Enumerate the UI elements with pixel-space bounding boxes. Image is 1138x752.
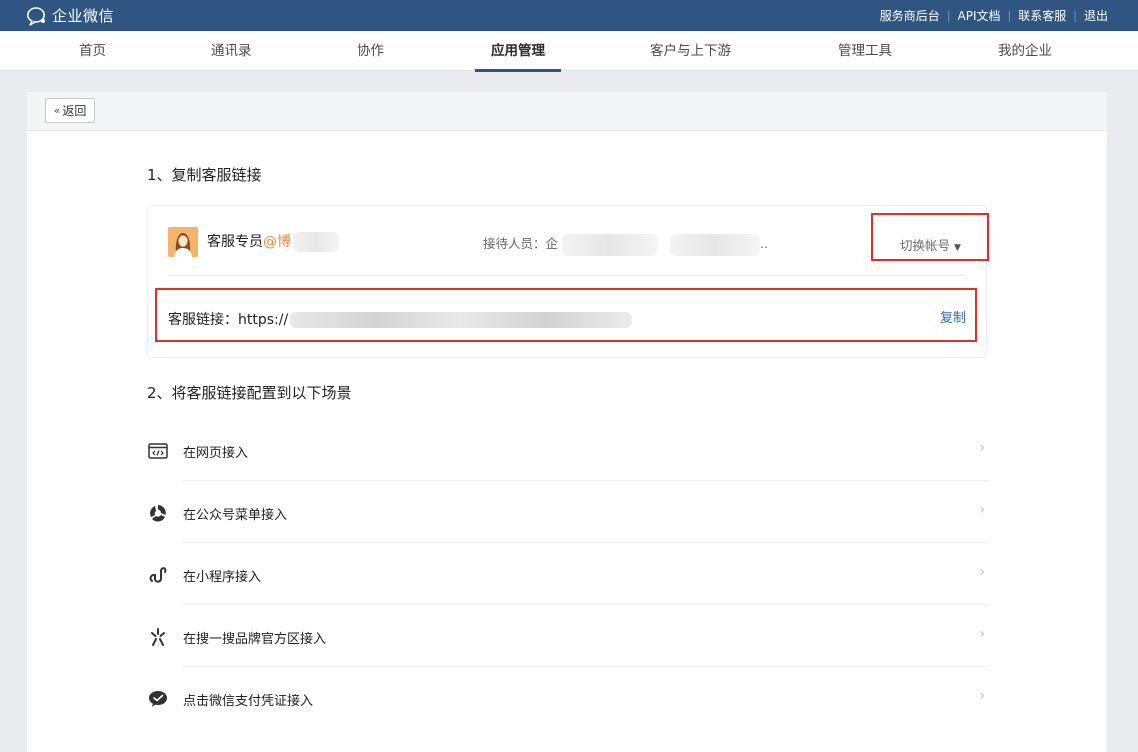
step2-title: 2、将客服链接配置到以下场景: [147, 384, 352, 402]
back-label: 返回: [62, 104, 87, 118]
highlight-switch-account: [871, 213, 989, 261]
female-avatar-icon: [168, 227, 198, 257]
content-panel: « 返回 1、复制客服链接 客服专员@博 接待人员：企.. 切换帐号 ▼ 客服链接…: [27, 92, 1107, 752]
account-handle: @博: [263, 234, 291, 250]
avatar: [168, 227, 198, 257]
account-name: 客服专员@博: [207, 231, 339, 252]
account-name-text: 客服专员: [207, 234, 263, 250]
logout-link[interactable]: 退出: [1084, 7, 1108, 24]
separator: |: [946, 9, 951, 22]
chevron-right-icon: ›: [979, 564, 985, 580]
chevron-right-icon: ›: [979, 440, 985, 456]
scene-label: 在小程序接入: [183, 570, 262, 585]
scene-list: 在网页接入 › 在公众号菜单接入 › 在小程序接入 › 在搜一搜品牌官方区接入: [147, 419, 989, 729]
scene-row-mini-program[interactable]: 在小程序接入 ›: [147, 543, 989, 605]
separator: |: [1073, 9, 1077, 22]
receiver-suffix: ..: [760, 236, 768, 251]
chevron-right-icon: ›: [979, 626, 985, 642]
receiver-info: 接待人员：企..: [483, 233, 768, 256]
redacted-block: [670, 233, 761, 256]
scene-label: 在公众号菜单接入: [183, 508, 288, 523]
chevron-right-icon: ›: [979, 688, 985, 704]
provider-console-link[interactable]: 服务商后台: [880, 7, 940, 24]
nav-collaboration[interactable]: 协作: [357, 31, 384, 71]
scene-label: 在搜一搜品牌官方区接入: [183, 632, 327, 647]
nav-home[interactable]: 首页: [79, 31, 106, 71]
search-sparkle-icon: [147, 627, 169, 647]
scene-row-search[interactable]: 在搜一搜品牌官方区接入 ›: [147, 605, 989, 667]
mini-program-icon: [147, 565, 169, 585]
back-button[interactable]: « 返回: [45, 98, 95, 123]
code-window-icon: [147, 441, 169, 461]
scene-row-official-account[interactable]: 在公众号菜单接入 ›: [147, 481, 989, 543]
brand-name: 企业微信: [52, 7, 115, 25]
scene-label: 点击微信支付凭证接入: [183, 694, 314, 709]
scene-label: 在网页接入: [183, 446, 249, 461]
api-docs-link[interactable]: API文档: [958, 7, 1001, 24]
nav-my-enterprise[interactable]: 我的企业: [998, 31, 1052, 71]
scene-row-web[interactable]: 在网页接入 ›: [147, 419, 989, 481]
nav-contacts[interactable]: 通讯录: [211, 31, 252, 71]
wechat-pay-icon: [147, 689, 169, 709]
double-chevron-left-icon: «: [53, 104, 61, 117]
active-tab-indicator: [475, 69, 561, 72]
main-nav: 首页 通讯录 协作 应用管理 客户与上下游 管理工具 我的企业: [0, 31, 1138, 72]
nav-customers[interactable]: 客户与上下游: [650, 31, 731, 71]
official-account-icon: [147, 503, 169, 523]
top-links: 服务商后台 | API文档 | 联系客服 | 退出: [880, 7, 1108, 24]
redacted-block: [293, 232, 339, 252]
chevron-right-icon: ›: [979, 502, 985, 518]
receiver-label: 接待人员：: [483, 236, 546, 251]
nav-admin-tools[interactable]: 管理工具: [838, 31, 892, 71]
step1-title: 1、复制客服链接: [147, 166, 262, 184]
divider: [168, 275, 966, 276]
highlight-service-link: [155, 288, 977, 342]
top-bar: 企业微信 服务商后台 | API文档 | 联系客服 | 退出: [0, 0, 1138, 31]
scene-row-wechat-pay[interactable]: 点击微信支付凭证接入 ›: [147, 667, 989, 729]
separator: |: [1007, 9, 1012, 22]
wecom-logo-icon: [27, 6, 45, 26]
redacted-block: [562, 233, 659, 256]
brand[interactable]: 企业微信: [26, 5, 114, 26]
receiver-value: 企: [545, 236, 559, 251]
panel-header: « 返回: [27, 92, 1107, 131]
nav-app-management-label: 应用管理: [491, 43, 545, 59]
contact-support-link[interactable]: 联系客服: [1018, 7, 1066, 24]
nav-app-management[interactable]: 应用管理: [475, 31, 561, 72]
